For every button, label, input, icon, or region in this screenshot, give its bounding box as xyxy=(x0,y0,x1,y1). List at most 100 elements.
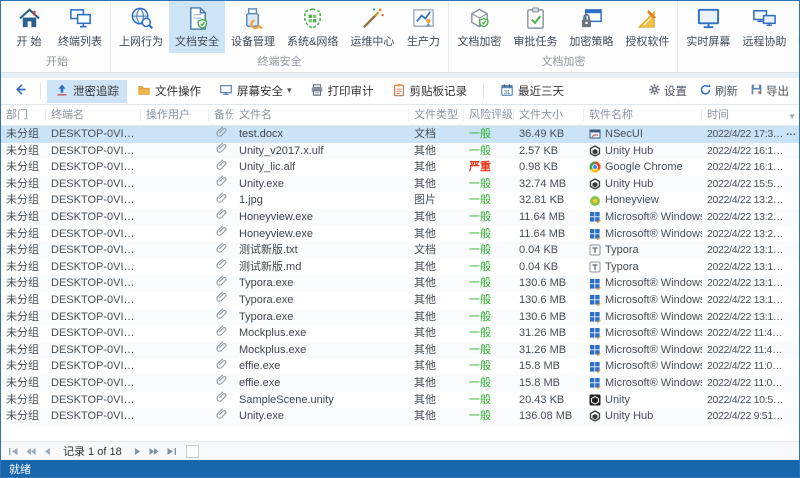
cell-risk: 一般 xyxy=(469,376,491,389)
paperclip-icon xyxy=(215,308,228,326)
pager-next-group-button[interactable] xyxy=(148,445,162,457)
column-header-risk[interactable]: 风险评级 xyxy=(464,108,514,122)
cell-backup xyxy=(209,391,234,409)
cell-filetype: 文档 xyxy=(414,128,436,140)
windows-icon xyxy=(589,294,601,307)
pager-box[interactable] xyxy=(185,444,199,458)
unityhub-icon xyxy=(589,178,601,190)
pager-first-button[interactable] xyxy=(6,445,20,457)
cell-software: Microsoft® Windows® Oper... xyxy=(584,358,702,375)
table-row[interactable]: 未分组 DESKTOP-0VIDMDJ effie.exe 其他 一般 15.8… xyxy=(1,358,799,375)
table-row[interactable]: 未分组 DESKTOP-0VIDMDJ 测试新版.md 其他 一般 0.04 K… xyxy=(1,258,799,276)
ribbon-item-approval-task[interactable]: 审批任务 xyxy=(507,1,563,53)
back-button[interactable] xyxy=(7,82,34,100)
table-row[interactable]: 未分组 DESKTOP-0VIDMDJ SampleScene.unity 其他… xyxy=(1,391,799,409)
cell-terminal: DESKTOP-0VIDMDJ xyxy=(51,128,141,140)
table-row[interactable]: 未分组 DESKTOP-0VIDMDJ Honeyview.exe 其他 一般 … xyxy=(1,208,799,226)
ribbon-item-web-behavior[interactable]: 上网行为 xyxy=(113,1,169,53)
cell-filesize: 0.04 KB xyxy=(519,244,559,257)
ribbon-item-terminal-list[interactable]: 终端列表 xyxy=(52,1,108,53)
column-header-time[interactable]: 时间 ▼ xyxy=(702,109,799,122)
ribbon-item-home[interactable]: 开 始 xyxy=(6,1,52,53)
cell-filename: Mockplus.exe xyxy=(239,327,307,340)
cell-time: 2022/4/22 13:19:16 xyxy=(707,260,793,273)
pager-next-button[interactable] xyxy=(131,445,145,457)
table-row[interactable]: 未分组 DESKTOP-0VIDMDJ 1.jpg 图片 一般 32.81 KB… xyxy=(1,192,799,209)
cell-software: Microsoft® Windows® Oper... xyxy=(584,375,702,392)
cell-filename: Unity.exe xyxy=(239,177,285,190)
column-header-department[interactable]: 部门 xyxy=(1,108,46,122)
toolbar-item-leak-trace[interactable]: 泄密追踪 xyxy=(47,79,127,103)
cell-time: 2022/4/22 13:27:25 xyxy=(707,227,793,240)
cell-filesize: 36.49 KB xyxy=(519,128,565,140)
cell-software: Microsoft® Windows® Oper... xyxy=(584,342,702,359)
table-row[interactable]: 未分组 DESKTOP-0VIDMDJ effie.exe 其他 一般 15.8… xyxy=(1,374,799,392)
cell-department: 未分组 xyxy=(6,260,39,273)
pager-previous-group-button[interactable] xyxy=(23,445,37,457)
ribbon-item-device-manage[interactable]: 设备管理 xyxy=(225,1,281,53)
cell-department: 未分组 xyxy=(6,360,39,373)
table-row[interactable]: 未分组 DESKTOP-0VIDMDJ Typora.exe 其他 一般 130… xyxy=(1,291,799,309)
toolbar-item-screen-security[interactable]: 屏幕安全 ▾ xyxy=(211,80,300,103)
column-header-backup[interactable]: 备份 xyxy=(209,108,234,122)
ribbon-item-live-screen[interactable]: 实时屏幕 xyxy=(680,1,736,53)
export-button[interactable]: 导出 xyxy=(750,83,789,99)
column-header-filesize[interactable]: 文件大小 xyxy=(514,108,584,122)
column-header-filename[interactable]: 文件名 xyxy=(234,108,409,122)
table-row[interactable]: 未分组 DESKTOP-0VIDMDJ Typora.exe 其他 一般 130… xyxy=(1,275,799,292)
cell-terminal: DESKTOP-0VIDMDJ xyxy=(51,310,141,323)
ribbon-item-doc-security[interactable]: 文档安全 xyxy=(169,1,225,53)
ribbon-item-system-network[interactable]: 系统&网络 xyxy=(281,1,344,53)
ribbon-group-doc-encryption: 文档加密 审批任务 加密策略 授权软件 文档加密 xyxy=(449,1,679,72)
row-actions-button[interactable]: … xyxy=(786,126,797,141)
toolbar-actions: 设置 刷新 导出 xyxy=(648,83,789,99)
cell-terminal: DESKTOP-0VIDMDJ xyxy=(51,360,141,373)
table-row[interactable]: 未分组 DESKTOP-0VIDMDJ Unity_lic.alf 其他 严重 … xyxy=(1,159,799,176)
ribbon-item-doc-encrypt[interactable]: 文档加密 xyxy=(451,1,507,53)
ribbon-item-ops-center[interactable]: 运维中心 xyxy=(344,1,400,53)
toolbar-item-print-audit[interactable]: 打印审计 xyxy=(302,80,382,103)
settings-button[interactable]: 设置 xyxy=(648,83,687,99)
table-row[interactable]: 未分组 DESKTOP-0VIDMDJ Mockplus.exe 其他 一般 3… xyxy=(1,341,799,359)
column-header-software[interactable]: 软件名称 xyxy=(584,108,702,122)
paperclip-icon xyxy=(215,175,228,193)
ribbon-item-licensed-software[interactable]: 授权软件 xyxy=(619,1,675,53)
ribbon-item-productivity[interactable]: 生产力 xyxy=(400,1,446,53)
table-row[interactable]: 未分组 DESKTOP-0VIDMDJ Typora.exe 其他 一般 130… xyxy=(1,308,799,326)
table-row[interactable]: 未分组 DESKTOP-0VIDMDJ Mockplus.exe 其他 一般 3… xyxy=(1,325,799,342)
toolbar-item-clipboard-record[interactable]: 剪贴板记录 xyxy=(384,80,476,103)
toolbar-item-file-ops[interactable]: 文件操作 xyxy=(129,80,209,103)
cell-department: 未分组 xyxy=(6,410,39,423)
cell-filetype: 其他 xyxy=(414,144,436,157)
column-header-filetype[interactable]: 文件类型 xyxy=(409,108,464,122)
cell-filetype: 其他 xyxy=(414,376,436,389)
column-header-terminal[interactable]: 终端名 xyxy=(46,108,141,122)
cell-backup xyxy=(209,275,234,293)
column-header-user[interactable]: 操作用户 xyxy=(141,108,209,122)
toolbar-item-calendar[interactable]: 31 最近三天 xyxy=(492,80,572,103)
cell-backup xyxy=(209,175,234,193)
pager-last-button[interactable] xyxy=(165,445,179,457)
refresh-button[interactable]: 刷新 xyxy=(699,83,738,99)
cell-filesize: 31.26 MB xyxy=(519,327,567,340)
leak-trace-icon xyxy=(55,83,69,100)
table-row[interactable]: 未分组 DESKTOP-0VIDMDJ Unity_v2017.x.ulf 其他… xyxy=(1,142,799,160)
cell-time: 2022/4/22 11:43:38 xyxy=(707,327,792,340)
pager-previous-button[interactable] xyxy=(40,445,54,457)
paperclip-icon xyxy=(215,374,228,392)
cell-terminal: DESKTOP-0VIDMDJ xyxy=(51,293,141,306)
table-row[interactable]: 未分组 DESKTOP-0VIDMDJ Unity.exe 其他 一般 32.7… xyxy=(1,175,799,193)
cell-filename: Honeyview.exe xyxy=(239,210,313,223)
table-row[interactable]: 未分组 DESKTOP-0VIDMDJ Unity.exe 其他 一般 136.… xyxy=(1,408,799,425)
cell-backup xyxy=(209,258,234,276)
ribbon-item-sensitive-scan[interactable]: 敏感内容扫描 xyxy=(792,1,799,53)
typora-icon xyxy=(589,261,601,273)
table-row[interactable]: 未分组 DESKTOP-0VIDMDJ 测试新版.txt 文档 一般 0.04 … xyxy=(1,242,799,259)
table-row[interactable]: 未分组 DESKTOP-0VIDMDJ test.docx 文档 一般 36.4… xyxy=(1,126,799,143)
table-header: 部门 终端名 操作用户 备份 文件名 文件类型 风险评级 文件大小 软件名称 时… xyxy=(1,105,799,126)
table-row[interactable]: 未分组 DESKTOP-0VIDMDJ Honeyview.exe 其他 一般 … xyxy=(1,225,799,243)
cell-filetype: 图片 xyxy=(414,194,436,207)
ribbon-item-encrypt-policy[interactable]: 加密策略 xyxy=(563,1,619,53)
time-filter-icon[interactable]: ▼ xyxy=(788,110,796,122)
ribbon-item-remote-assist[interactable]: 远程协助 xyxy=(736,1,792,53)
